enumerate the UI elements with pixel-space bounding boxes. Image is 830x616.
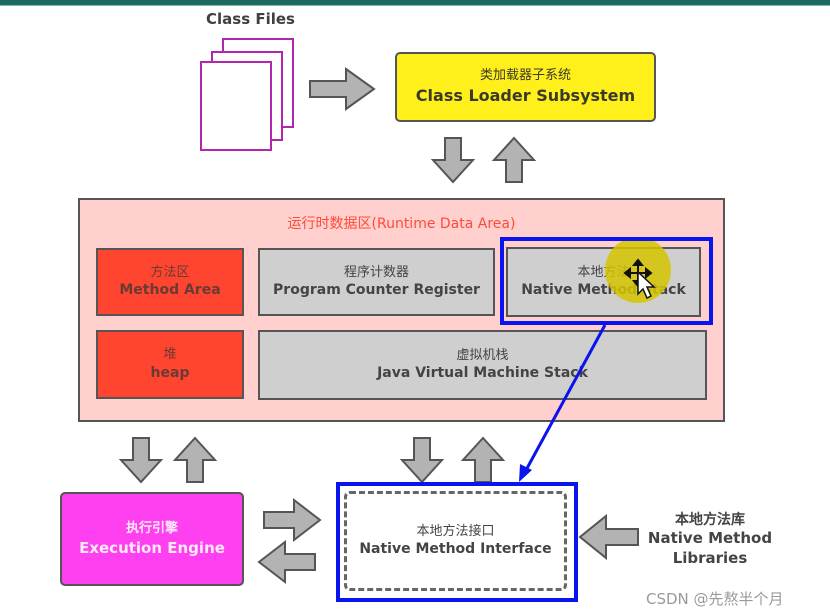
connector-arrow [519, 324, 607, 482]
watermark: CSDN @先熬半个月 [646, 590, 784, 608]
connector-arrowhead [519, 464, 532, 482]
connector-line [523, 324, 607, 473]
